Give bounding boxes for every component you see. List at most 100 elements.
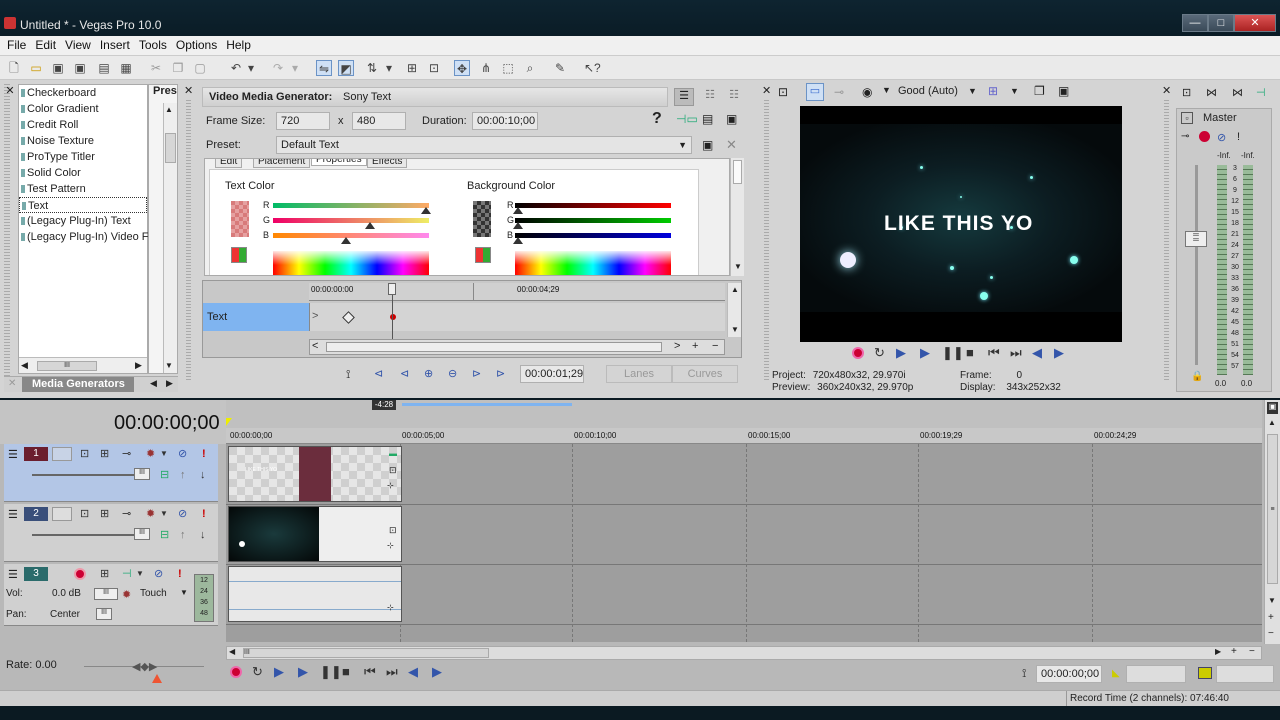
pan-slider[interactable]: III [96,608,112,620]
scroll-up-icon[interactable]: ▲ [165,105,173,114]
horizontal-scrollbar[interactable]: ◀ III ▶ [19,357,147,373]
properties-icon[interactable]: ▦ [118,60,134,76]
save-preset-icon[interactable]: ▣ [702,138,713,152]
track-name-field[interactable] [52,507,72,521]
view-mode-icon[interactable]: ☷ [700,88,720,106]
track-header-2[interactable]: ☰ 2 ⊡ ⊞ ⊸ ✹ ▼ ⊘ ! III ⊟ ↑ ↓ [4,504,218,562]
crossfade-dropdown-icon[interactable]: ▾ [384,60,394,76]
video-event-clip[interactable]: ⊡ ⊹ [228,506,402,562]
slider-thumb[interactable] [365,222,375,229]
marker-icon[interactable]: ▣ [1267,402,1278,414]
menu-tools[interactable]: Tools [135,36,171,52]
chevron-down-icon[interactable]: ▼ [160,447,168,461]
close-button[interactable]: ✕ [1234,14,1276,32]
play-from-start-icon[interactable]: ▶ [896,345,906,361]
track-header-1[interactable]: ☰ 1 ⊡ ⊞ ⊸ ✹ ▼ ⊘ ! III ⊟ ↑ ↓ [4,444,218,502]
tab-edit[interactable]: Edit [215,159,243,168]
keyframe-icon[interactable]: ▣ [726,112,737,126]
scroll-left-icon[interactable]: ◀ [229,647,235,656]
chevron-down-icon[interactable]: ▼ [1010,86,1019,96]
master-fader[interactable]: ═ ═ [1185,231,1207,247]
print-icon[interactable]: ▤ [702,112,713,126]
pause-icon[interactable]: ❚❚ [942,345,964,361]
mute-icon[interactable]: ⊘ [1217,131,1226,144]
previous-frame-icon[interactable]: ◀ [1032,345,1042,361]
list-item-selected[interactable]: Text [19,197,147,213]
auto-ripple-icon[interactable]: ⇋ [316,60,332,76]
list-item[interactable]: (Legacy Plug-In) Text [19,213,147,229]
next-keyframe-icon[interactable]: ⊳ [472,367,481,380]
zoom-in-icon[interactable]: + [1231,646,1237,657]
tab-placement[interactable]: Placement [253,159,311,168]
menu-options[interactable]: Options [172,36,221,52]
close-panel-icon[interactable]: ✕ [184,84,194,97]
menu-insert[interactable]: Insert [96,36,134,52]
scroll-down-icon[interactable]: ▼ [731,325,739,334]
envelope-tool-icon[interactable]: ⋔ [478,60,494,76]
fx-icon[interactable]: ⊣ [1256,86,1266,99]
overlays-icon[interactable]: ⊞ [988,84,998,98]
generator-scrollbar[interactable]: ▼ [730,158,744,276]
help-pointer-icon[interactable]: ↖? [584,60,601,76]
gear-icon[interactable]: ✹ [146,447,155,461]
keyframe-track-label[interactable]: Text [203,303,309,331]
save-as-icon[interactable]: ▣ [72,60,88,76]
dim-icon[interactable]: ⋈ [1232,86,1243,99]
text-event-clip[interactable]: LIKE THIS YO ▬ ⊡ ⊹ [228,446,402,502]
loop-icon[interactable]: ↻ [252,664,263,680]
level-slider-thumb[interactable]: III [134,528,150,540]
collapse-icon[interactable]: ☰ [8,568,18,581]
redo-dropdown-icon[interactable]: ▾ [290,60,300,76]
child-icon[interactable]: ↓ [200,468,206,482]
stop-icon[interactable]: ■ [966,345,974,360]
menu-edit[interactable]: Edit [31,36,60,52]
fx-chain-icon[interactable]: ⊸ [1181,131,1189,142]
zoom-out-icon[interactable]: − [712,340,718,352]
close-panel-icon[interactable]: ✕ [762,84,772,97]
ignore-grouping-icon[interactable]: ⊡ [426,60,442,76]
zoom-tool-icon[interactable]: ⌕ [522,60,538,76]
event-pan-crop-icon[interactable]: ⊡ [389,465,397,476]
scroll-down-icon[interactable]: ▼ [1268,596,1276,605]
track-name-field[interactable] [52,447,72,461]
master-properties-icon[interactable]: ⊡ [1182,86,1191,99]
save-snapshot-icon[interactable]: ▣ [1058,84,1069,98]
maximize-button[interactable]: □ [1208,14,1234,32]
list-item[interactable]: (Legacy Plug-In) Video Fa [19,229,155,245]
text-g-slider[interactable] [273,218,429,223]
fx-icon[interactable]: ⊸ [834,85,844,99]
redo-icon[interactable]: ↷ [270,60,286,76]
list-item[interactable]: Color Gradient [19,101,147,117]
normal-edit-tool-icon[interactable]: ✥ [454,60,470,76]
menu-help[interactable]: Help [222,36,255,52]
zoom-out-icon[interactable]: − [1268,628,1274,639]
view-mode-icon[interactable]: ☷ [724,88,744,106]
chevron-down-icon[interactable]: ▼ [968,86,977,96]
scroll-right-icon[interactable]: ▶ [135,360,142,371]
scroll-up-icon[interactable]: ▲ [731,285,739,294]
more-icon[interactable]: ! [1237,131,1240,143]
slider-thumb[interactable] [421,207,431,214]
panel-grip[interactable] [764,100,769,380]
render-icon[interactable]: ▤ [96,60,112,76]
selection-end-field[interactable] [1216,665,1274,683]
scroll-down-icon[interactable]: ▼ [734,262,742,271]
mute-icon[interactable]: ⊘ [178,447,187,461]
split-screen-icon[interactable]: ◉ [862,85,872,99]
frame-height-field[interactable]: 480 [352,112,406,130]
track-motion-icon[interactable]: ⊡ [80,507,89,521]
level-slider-thumb[interactable]: III [134,468,150,480]
solo-icon[interactable]: ! [178,567,182,581]
play-icon[interactable]: ▶ [298,664,308,680]
list-item[interactable]: Noise Texture [19,133,147,149]
zoom-in-icon[interactable]: + [692,340,698,352]
go-to-end-icon[interactable]: ⏭ [386,664,398,680]
view-mode-icon[interactable]: ☰ [674,88,694,106]
lock-icon[interactable]: 🔒 [1191,371,1203,382]
list-item[interactable]: Credit Roll [19,117,147,133]
text-b-slider[interactable] [273,233,429,238]
zoom-in-icon[interactable]: + [1268,612,1274,623]
panel-grip[interactable] [1164,100,1169,380]
list-item[interactable]: ProType Titler [19,149,147,165]
new-icon[interactable]: 🗋 [6,60,22,76]
